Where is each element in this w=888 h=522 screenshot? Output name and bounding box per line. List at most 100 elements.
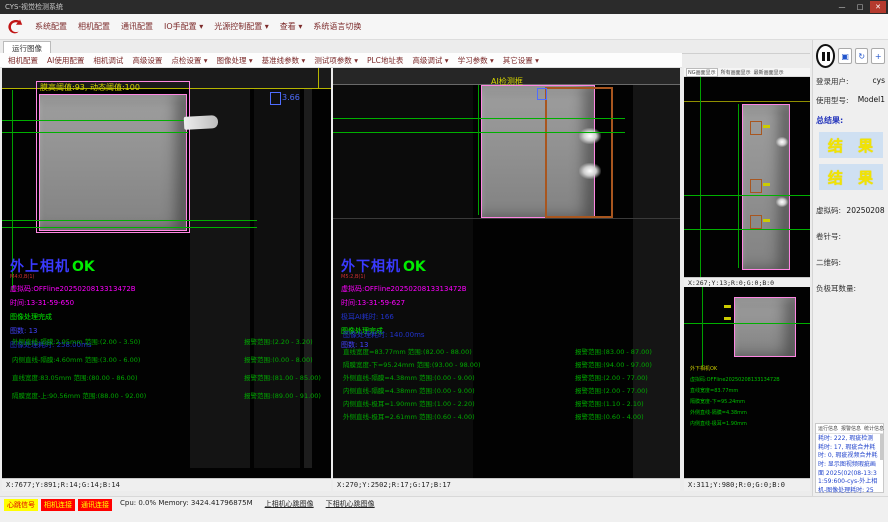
close-button[interactable]: ✕: [870, 1, 886, 13]
model-value: Model1: [858, 95, 885, 106]
measure-line: [702, 287, 703, 367]
mini-overlay-line: 直线宽度=83.77mm: [690, 387, 780, 394]
machine-band: [254, 88, 300, 468]
process-elapsed: 图像处理耗时: 140.00ms: [343, 330, 652, 340]
workpiece-image: [734, 297, 796, 357]
small-view-tab[interactable]: NG画面显示: [686, 68, 718, 77]
refresh-button[interactable]: ↻: [855, 48, 869, 64]
measurement-list-upper: 外侧直线-隔膜:2.95mm 范围:(2.00 - 3.50)报警范围:(2.2…: [12, 332, 321, 404]
baseline-yellow-v: [318, 68, 319, 88]
tab-connector: [184, 115, 219, 130]
glare-spot: [579, 128, 601, 144]
total-result-label: 总结果:: [816, 115, 885, 126]
toolbar-item[interactable]: 相机配置: [8, 55, 38, 66]
mini-overlay-line: 虚拟码:OFFline2025020813313472B: [690, 376, 780, 383]
menu-item[interactable]: 查看 ▾: [280, 21, 303, 32]
pixel-coords-lower: X:270;Y:2502;R:17;G:17;B:17: [333, 478, 680, 491]
toolbar-item[interactable]: AI使用配置: [47, 55, 84, 66]
info-log-scrollbar[interactable]: [880, 434, 883, 460]
glare-spot: [579, 163, 601, 179]
menu-item[interactable]: 系统配置: [35, 21, 67, 32]
login-user-label: 登录用户:: [816, 76, 849, 87]
workpiece-image: [39, 94, 187, 231]
tab-strip: 运行图像: [0, 40, 810, 54]
toolbar-item[interactable]: 测试项参数 ▾: [314, 55, 358, 66]
pixel-coords-upper: X:7677;Y:891;R:14;G:14;B:14: [2, 478, 331, 491]
minimize-button[interactable]: —: [834, 1, 850, 13]
capture-time: 时间:13-31-59-650: [10, 298, 136, 308]
measure-line: [2, 132, 188, 133]
measure-line: [684, 229, 810, 230]
measure-line: [333, 118, 625, 119]
info-log-tab[interactable]: 运行信息: [818, 425, 838, 432]
login-user-row: 登录用户: cys: [816, 76, 885, 87]
info-log-tab[interactable]: 统计信息: [864, 425, 884, 432]
control-sidebar: ▣ ↻ + 登录用户: cys 使用型号: Model1 总结果: 结 果 结 …: [812, 40, 888, 496]
menu-bar: 系统配置相机配置通讯配置 IO手配置 ▾ 光源控制配置 ▾ 查看 ▾ 系统语言切换: [0, 14, 888, 40]
toolbar-item[interactable]: 高级调试 ▾: [412, 55, 448, 66]
cpu-memory-text: Cpu: 0.0% Memory: 3424.41796875M: [120, 499, 253, 507]
menu-item[interactable]: IO手配置 ▾: [164, 21, 203, 32]
virtual-code: 虚拟码:OFFline2025020813313472B: [341, 284, 467, 294]
toolbar-item[interactable]: 相机调试: [93, 55, 123, 66]
pixel-coords-small-bottom: X:311;Y:980;R:0;G:0;B:0: [684, 478, 810, 491]
info-log-text: 耗时: 222, 瑕疵检测耗时: 17, 瑕疵合并耗时: 0, 瑕疵视频合并耗时…: [816, 434, 883, 506]
small-view-bottom[interactable]: 外下相机OK虚拟码:OFFline2025020813313472B直线宽度=8…: [684, 287, 810, 478]
heartbeat-status-badge: 心跳信号: [4, 499, 38, 511]
detect-box: [750, 121, 762, 135]
glare-spot: [776, 137, 788, 147]
camera-view-lower[interactable]: AI检测框 外下相机OK M5:2,B(1) 虚拟码:OFFline202502…: [333, 68, 680, 478]
annotation-mark: [763, 125, 770, 128]
machine-band: [304, 88, 312, 468]
toolbar-item[interactable]: 图像处理 ▾: [217, 55, 253, 66]
camera-connection-badge: 相机连接: [41, 499, 75, 511]
add-button[interactable]: +: [871, 48, 885, 64]
ai-detect-rect: [545, 87, 613, 218]
small-view-top[interactable]: [684, 77, 810, 277]
toolbar-item[interactable]: PLC地址表: [367, 55, 403, 66]
menu-item[interactable]: 系统语言切换: [313, 21, 361, 32]
app-logo-icon: [6, 18, 24, 36]
menu-item[interactable]: 相机配置: [78, 21, 110, 32]
baseline-yellow: [684, 101, 810, 102]
upper-camera-heartbeat-link[interactable]: 上相机心跳图像: [265, 499, 314, 509]
lower-camera-heartbeat-link[interactable]: 下相机心跳图像: [326, 499, 375, 509]
measurement-row: 内侧直线-极耳=1.90mm 范围:(1.00 - 2.20)报警范围:(1.1…: [343, 396, 652, 409]
result-ok: OK: [403, 259, 426, 275]
virtual-code: 虚拟码:OFFline2025020813313472B: [10, 284, 136, 294]
glare-spot: [776, 197, 788, 207]
machine-band: [190, 88, 250, 468]
machine-edge: [333, 218, 680, 219]
annotation-mark: [763, 219, 770, 222]
pixel-coords-small-top: X:267;Y:13;R:0;G:0;B:0: [684, 277, 810, 287]
toolbar-item[interactable]: 其它设置 ▾: [503, 55, 539, 66]
measurement-row: 直线宽度:83.05mm 范围:(80.00 - 86.00)报警范围:(81.…: [12, 368, 321, 386]
threshold-label: 膜高阈值:93, 动态阈值:100: [40, 82, 140, 93]
mini-overlay-line: 内侧直线-极耳=1.90mm: [690, 420, 780, 427]
comm-connection-badge: 通讯连接: [78, 499, 112, 511]
snapshot-button[interactable]: ▣: [838, 48, 852, 64]
ai-detect-label: AI检测框: [491, 76, 523, 87]
toolbar-item[interactable]: 基准线参数 ▾: [262, 55, 306, 66]
pause-button[interactable]: [816, 44, 835, 68]
tab-count-label: 负极耳数量:: [816, 283, 885, 294]
maximize-button[interactable]: □: [852, 1, 868, 13]
measurement-row: 外侧直线-极耳=2.61mm 范围:(0.60 - 4.00)报警范围:(0.6…: [343, 409, 652, 422]
measure-line: [478, 85, 479, 215]
info-log-tab[interactable]: 报警信息: [841, 425, 861, 432]
info-log-box: 运行信息报警信息统计信息 耗时: 222, 瑕疵检测耗时: 17, 瑕疵合并耗时…: [815, 423, 884, 493]
measurement-row: 内侧直线-隔膜=4.38mm 范围:(0.00 - 9.00)报警范围:(2.0…: [343, 383, 652, 396]
small-view-tab[interactable]: 所有画面显示: [721, 69, 751, 76]
process-done: 图像处理完成: [10, 312, 136, 322]
toolbar-item[interactable]: 点检设置 ▾: [171, 55, 207, 66]
toolbar-item[interactable]: 学习参数 ▾: [458, 55, 494, 66]
small-view-tabs: NG画面显示所有画面显示最新画面显示: [684, 68, 810, 77]
menu-item[interactable]: 通讯配置: [121, 21, 153, 32]
toolbar-item[interactable]: 高级设置: [132, 55, 162, 66]
camera-view-upper[interactable]: 膜高阈值:93, 动态阈值:100 3.66 外上相机OK M4:0,B(1) …: [2, 68, 331, 478]
menu-item[interactable]: 光源控制配置 ▾: [214, 21, 269, 32]
barcode-value: 20250208: [846, 206, 884, 215]
small-view-tab[interactable]: 最新画面显示: [754, 69, 784, 76]
detect-box: [270, 92, 281, 105]
title-bar: CYS-视觉检测系统 — □ ✕: [0, 0, 888, 14]
